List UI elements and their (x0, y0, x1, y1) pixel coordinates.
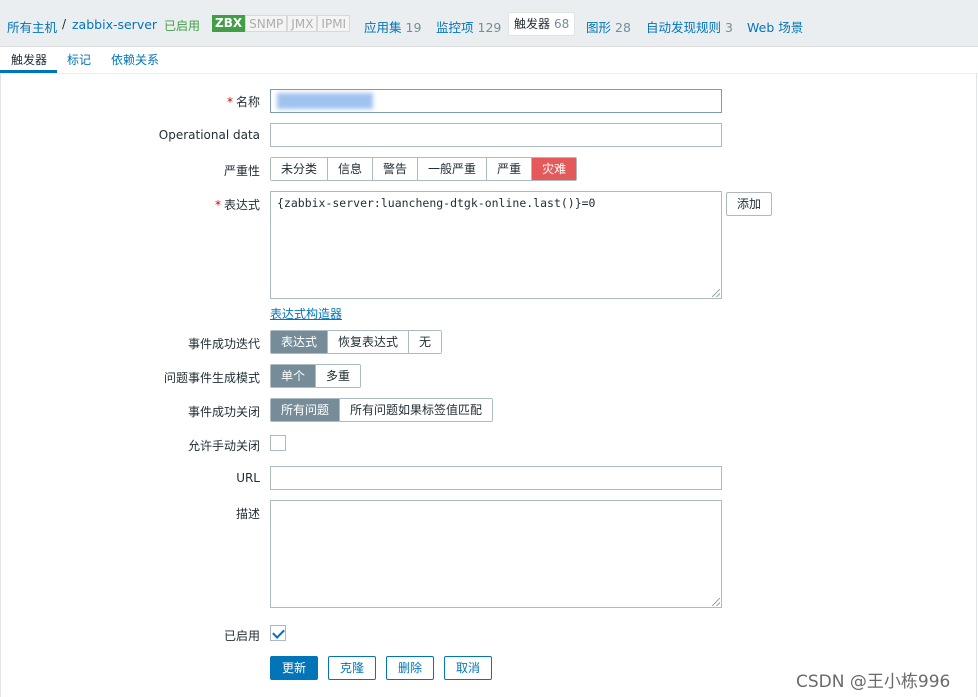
breadcrumb-separator: / (62, 17, 67, 31)
active-tab-indicator (0, 70, 57, 73)
nav-discovery-rules[interactable]: 自动发现规则 3 (646, 17, 733, 36)
ok-event-selector: 表达式 恢复表达式 无 (270, 330, 443, 354)
problem-mode-multiple[interactable]: 多重 (316, 365, 361, 387)
ok-close-label: 事件成功关闭 (187, 405, 260, 419)
name-label: * 名称 (226, 95, 260, 109)
opdata-label: Operational data (158, 128, 260, 142)
frame-border-right (976, 73, 977, 697)
add-expression-button[interactable]: 添加 (726, 192, 773, 216)
severity-information[interactable]: 信息 (328, 158, 374, 180)
ok-close-tag-match[interactable]: 所有问题如果标签值匹配 (340, 399, 493, 421)
ipmi-badge: IPMI (317, 15, 351, 32)
availability-badges: ZBX SNMP JMX IPMI (212, 15, 351, 32)
nav-triggers[interactable]: 触发器 68 (508, 12, 576, 36)
nav-applications[interactable]: 应用集 19 (364, 17, 421, 36)
problem-mode-label: 问题事件生成模式 (163, 371, 260, 385)
watermark: CSDN @王小栋996 (796, 672, 951, 692)
expression-value: {zabbix-server:luancheng-dtgk-online.las… (277, 196, 596, 210)
form-tabs: 触发器 标记 依赖关系 (0, 47, 978, 74)
expression-label: * 表达式 (214, 198, 260, 212)
ok-event-none[interactable]: 无 (409, 331, 442, 353)
ok-close-selector: 所有问题 所有问题如果标签值匹配 (270, 398, 494, 422)
ok-event-expression[interactable]: 表达式 (271, 331, 329, 353)
clone-button[interactable]: 克隆 (328, 656, 376, 680)
severity-warning[interactable]: 警告 (373, 158, 419, 180)
enabled-checkbox[interactable] (270, 625, 286, 641)
snmp-badge: SNMP (245, 15, 288, 32)
cancel-button[interactable]: 取消 (444, 656, 492, 680)
ok-event-label: 事件成功迭代 (187, 337, 260, 351)
tab-tags[interactable]: 标记 (67, 51, 91, 68)
zbx-badge: ZBX (212, 15, 246, 32)
severity-not-classified[interactable]: 未分类 (271, 158, 329, 180)
nav-graphs[interactable]: 图形 28 (586, 17, 631, 36)
manual-close-checkbox[interactable] (270, 435, 286, 451)
nav-web-scenarios[interactable]: Web 场景 (747, 17, 803, 36)
breadcrumb-host[interactable]: zabbix-server (72, 17, 157, 32)
manual-close-label: 允许手动关闭 (187, 439, 260, 453)
url-label: URL (236, 471, 260, 485)
severity-high[interactable]: 严重 (487, 158, 533, 180)
ok-event-recovery-expression[interactable]: 恢复表达式 (328, 331, 410, 353)
jmx-badge: JMX (287, 15, 318, 32)
enabled-label: 已启用 (223, 629, 260, 643)
redacted-name-blur (277, 93, 373, 109)
update-button[interactable]: 更新 (270, 656, 318, 680)
description-label: 描述 (235, 507, 260, 521)
check-icon (272, 626, 285, 639)
tab-dependencies[interactable]: 依赖关系 (111, 51, 159, 68)
expression-textarea[interactable]: {zabbix-server:luancheng-dtgk-online.las… (270, 191, 722, 299)
problem-mode-selector: 单个 多重 (270, 364, 362, 388)
ok-close-all-problems[interactable]: 所有问题 (271, 399, 341, 421)
url-input[interactable] (270, 466, 722, 490)
name-input[interactable] (270, 89, 722, 113)
severity-average[interactable]: 一般严重 (418, 158, 488, 180)
description-textarea[interactable] (270, 500, 722, 608)
resize-handle[interactable] (712, 289, 720, 297)
host-status-enabled[interactable]: 已启用 (164, 17, 200, 34)
severity-disaster[interactable]: 灾难 (532, 158, 577, 180)
resize-handle[interactable] (712, 598, 720, 606)
nav-items[interactable]: 监控项 129 (436, 17, 501, 36)
expression-builder-link[interactable]: 表达式构造器 (270, 305, 342, 322)
opdata-input[interactable] (270, 123, 722, 147)
host-nav-bar: 所有主机 / zabbix-server 已启用 ZBX SNMP JMX IP… (0, 0, 978, 47)
breadcrumb-all-hosts[interactable]: 所有主机 (7, 17, 57, 36)
severity-selector: 未分类 信息 警告 一般严重 严重 灾难 (270, 157, 578, 181)
severity-label: 严重性 (223, 164, 260, 178)
tab-trigger[interactable]: 触发器 (11, 51, 47, 68)
problem-mode-single[interactable]: 单个 (271, 365, 317, 387)
delete-button[interactable]: 删除 (386, 656, 434, 680)
